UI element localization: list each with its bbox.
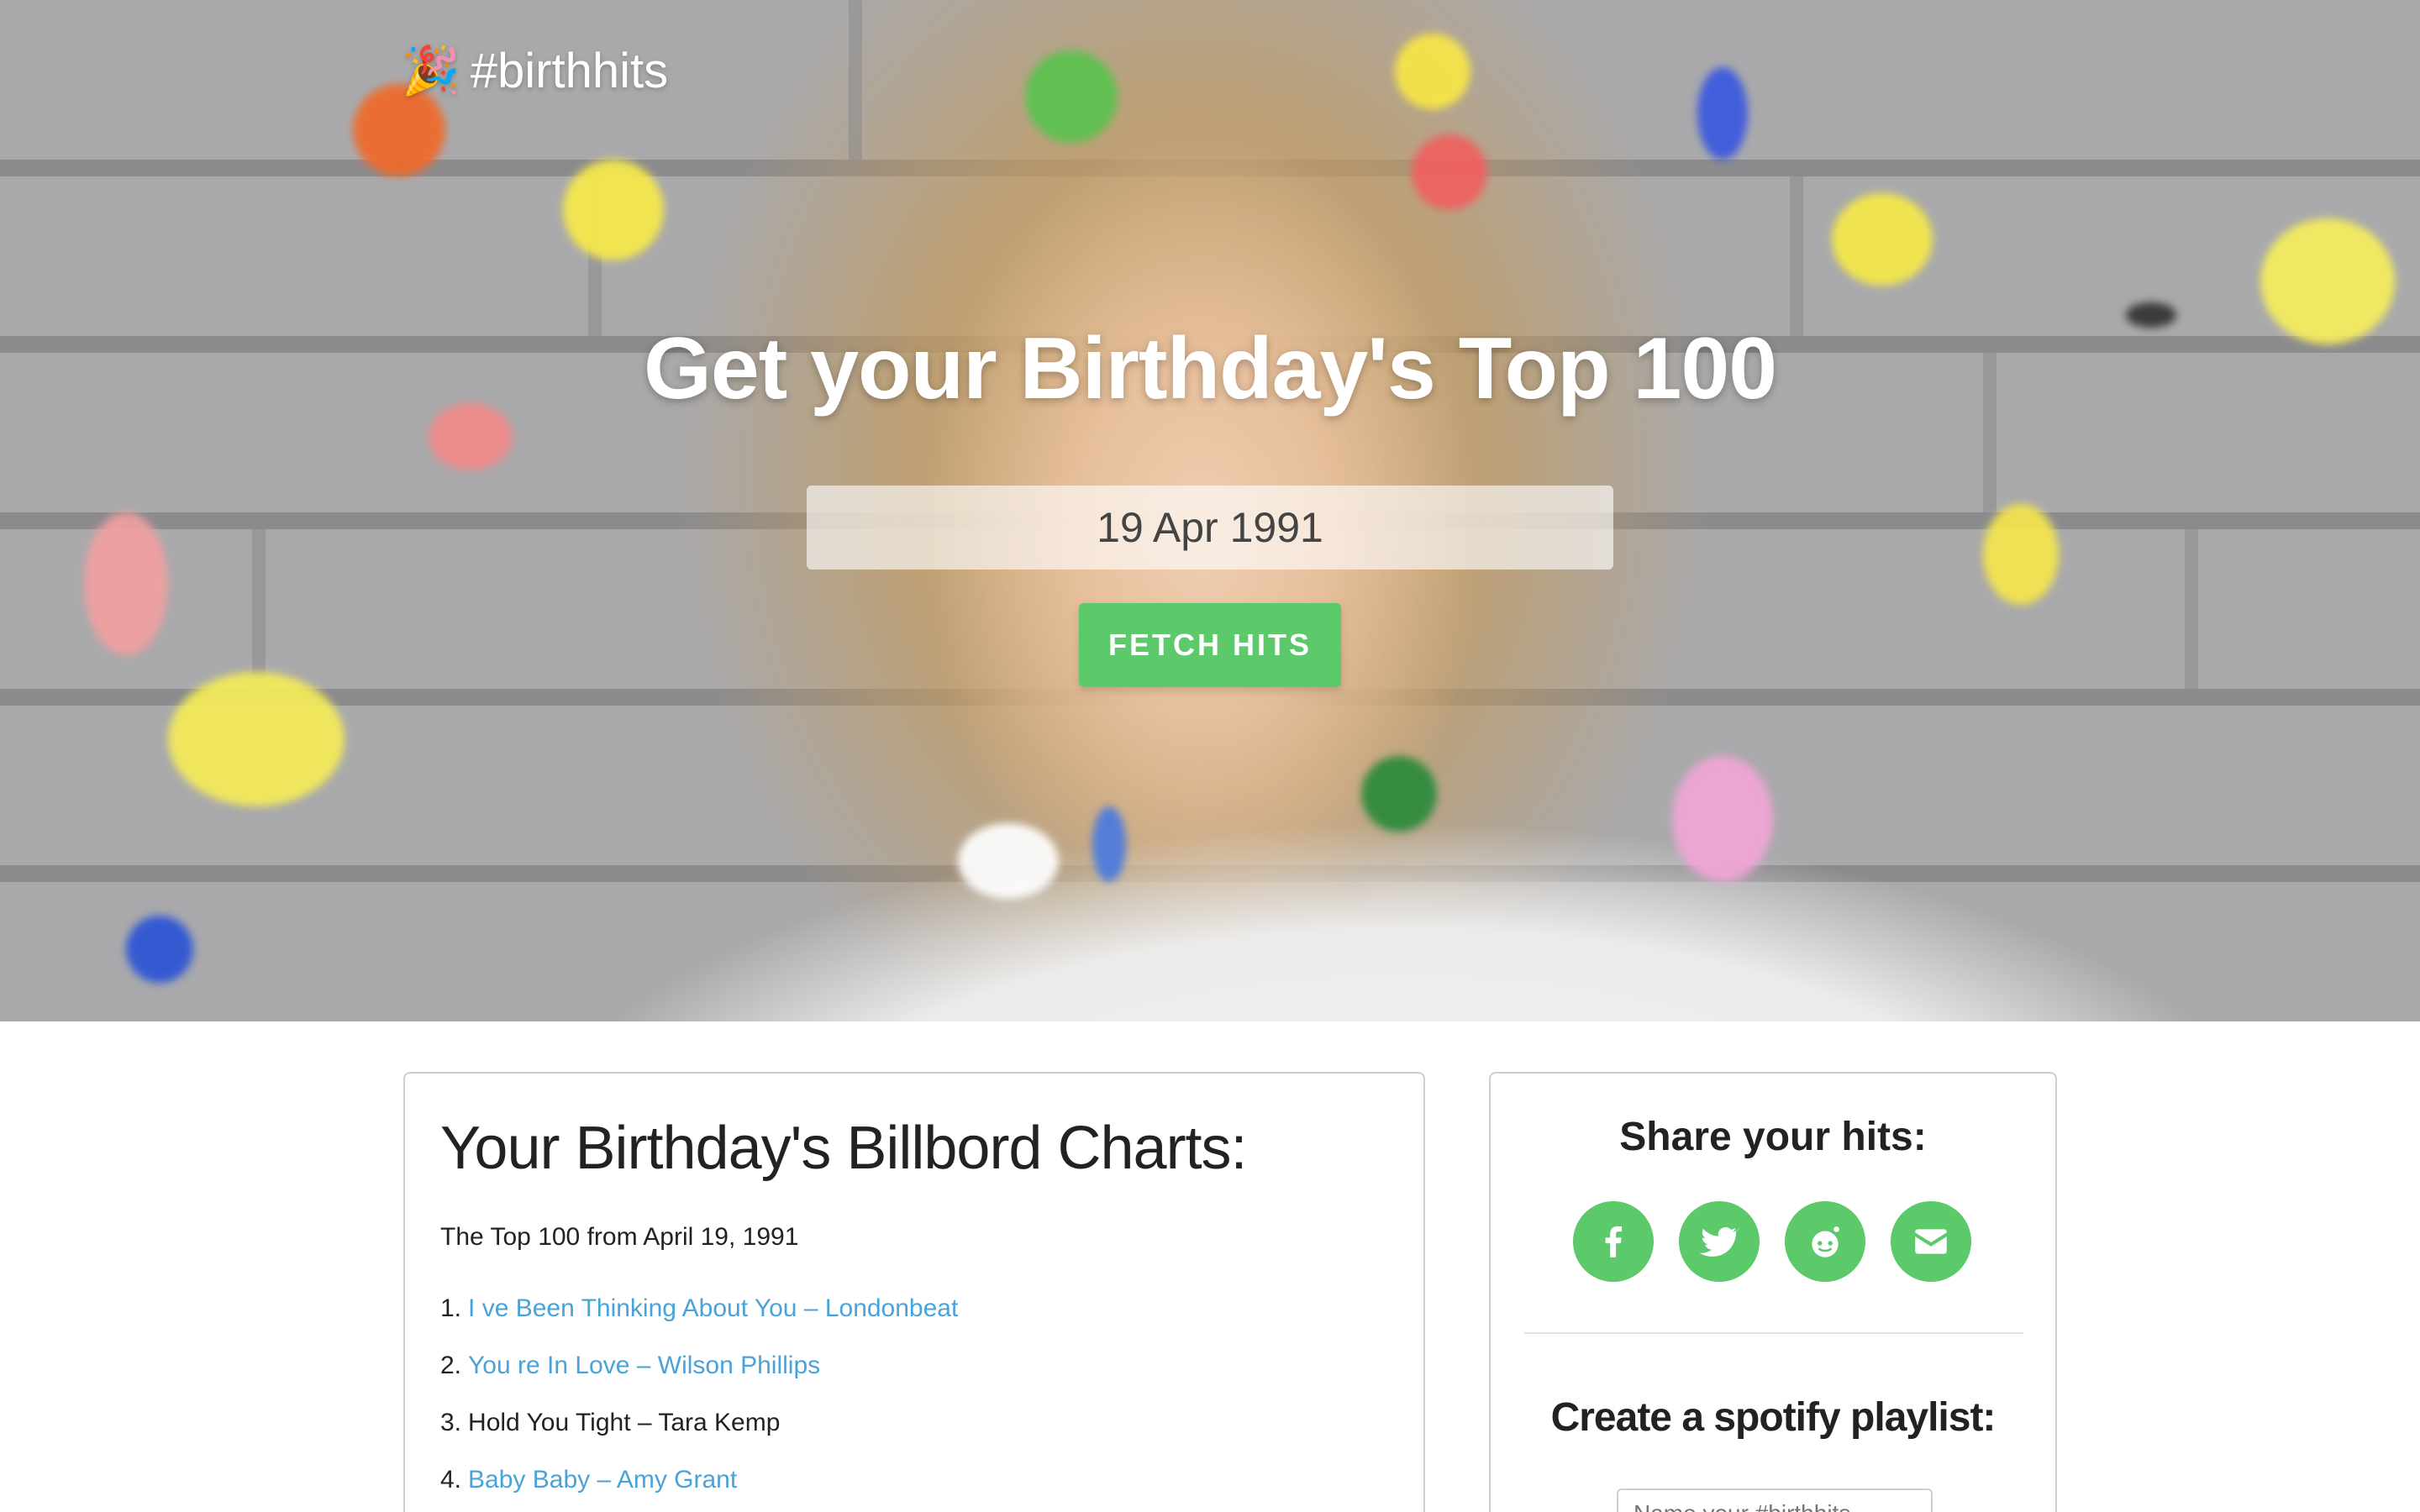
spotify-title: Create a spotify playlist: — [1550, 1395, 1996, 1440]
confetti — [84, 512, 168, 655]
confetti — [1361, 756, 1437, 832]
birthday-date-input[interactable] — [807, 486, 1613, 570]
brand-name: #birthhits — [470, 43, 669, 98]
confetti — [1983, 504, 2059, 605]
divider — [1524, 1332, 2023, 1334]
playlist-name-input[interactable] — [1617, 1488, 1933, 1512]
party-popper-icon: 🎉 — [402, 44, 460, 97]
twitter-share-button[interactable] — [1679, 1201, 1760, 1282]
confetti — [1025, 50, 1118, 143]
reddit-share-button[interactable] — [1785, 1201, 1865, 1282]
brand-logo[interactable]: 🎉 #birthhits — [402, 37, 668, 104]
confetti — [1832, 193, 1933, 286]
hero-banner: 🎉 #birthhits Get your Birthday's Top 100… — [0, 0, 2420, 1021]
hit-rank: 4. — [440, 1466, 462, 1494]
confetti — [168, 672, 345, 806]
facebook-icon — [1605, 1226, 1622, 1257]
hit-link[interactable]: You re In Love – Wilson Phillips — [468, 1352, 820, 1379]
brick-joint — [2185, 529, 2198, 689]
charts-subtitle: The Top 100 from April 19, 1991 — [440, 1223, 799, 1251]
confetti — [1412, 134, 1487, 210]
charts-card: Your Birthday's Billbord Charts: The Top… — [403, 1072, 1425, 1512]
brick-joint — [849, 0, 862, 160]
confetti — [958, 823, 1059, 899]
confetti — [1697, 67, 1748, 160]
hit-rank: 1. — [440, 1294, 462, 1322]
reddit-icon — [1812, 1226, 1839, 1257]
charts-title: Your Birthday's Billbord Charts: — [440, 1115, 1248, 1182]
hits-list: 1. I ve Been Thinking About You – Londonb… — [440, 1294, 958, 1512]
confetti — [1672, 756, 1773, 882]
share-title: Share your hits: — [1619, 1115, 1927, 1159]
share-card: Share your hits: Create a spotify playli… — [1489, 1072, 2057, 1512]
confetti — [563, 160, 664, 260]
envelope-icon — [1915, 1229, 1947, 1254]
hit-rank: 2. — [440, 1352, 462, 1379]
list-item: 2. You re In Love – Wilson Phillips — [440, 1351, 958, 1408]
share-buttons — [1573, 1201, 1971, 1282]
fetch-hits-button[interactable]: FETCH HITS — [1079, 603, 1341, 687]
confetti — [1395, 34, 1470, 109]
brick-joint — [252, 529, 266, 689]
list-item: 3. Hold You Tight – Tara Kemp — [440, 1408, 958, 1465]
brick-joint — [1790, 176, 1803, 336]
hit-link[interactable]: I ve Been Thinking About You – Londonbea… — [468, 1294, 958, 1322]
twitter-icon — [1699, 1227, 1740, 1257]
hero-title: Get your Birthday's Top 100 — [643, 320, 1777, 417]
list-item: 4. Baby Baby – Amy Grant — [440, 1465, 958, 1512]
confetti — [1092, 806, 1126, 882]
email-share-button[interactable] — [1891, 1201, 1971, 1282]
list-item: 1. I ve Been Thinking About You – Londonb… — [440, 1294, 958, 1351]
confetti — [126, 916, 193, 983]
facebook-share-button[interactable] — [1573, 1201, 1654, 1282]
hit-title: Hold You Tight – Tara Kemp — [468, 1409, 781, 1436]
hit-link[interactable]: Baby Baby – Amy Grant — [468, 1466, 737, 1494]
hit-rank: 3. — [440, 1409, 462, 1436]
